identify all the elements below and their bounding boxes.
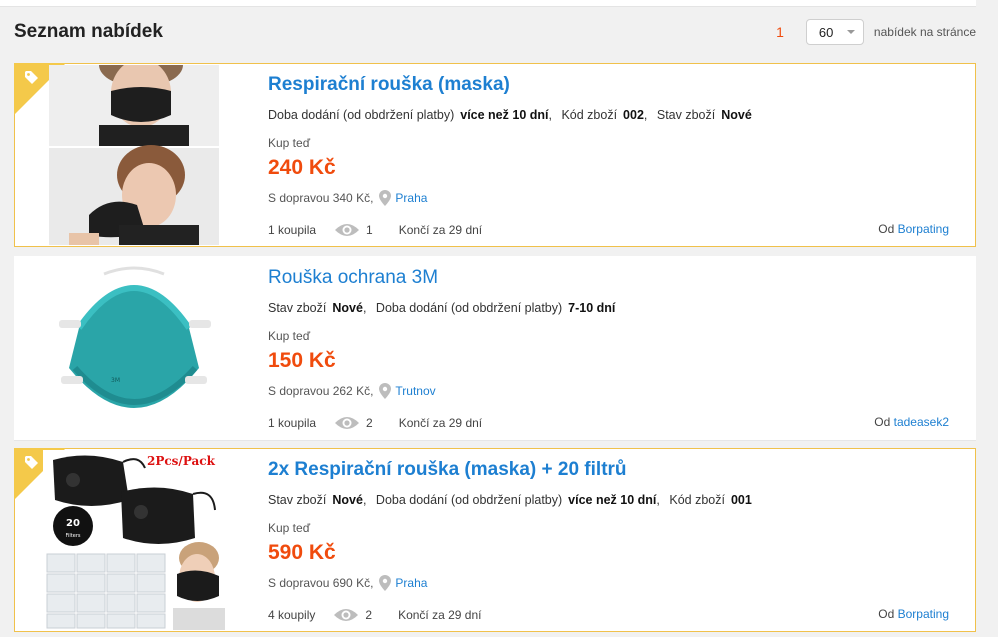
attr-value: více než 10 dní: [568, 493, 657, 507]
svg-text:20: 20: [66, 518, 80, 529]
attr-label: Kód zboží: [561, 108, 618, 122]
offer-card[interactable]: Respirační rouška (maska) Doba dodání (o…: [14, 63, 976, 247]
per-page-label: nabídek na stránce: [873, 25, 976, 39]
attr-label: Doba dodání (od obdržení platby): [268, 108, 455, 122]
attr-value: více než 10 dní: [460, 108, 549, 122]
list-header: Seznam nabídek 1 60 nabídek na stránce: [14, 12, 976, 52]
shipping-info: S dopravou 262 Kč, Trutnov: [268, 383, 436, 399]
offer-image[interactable]: [49, 65, 219, 245]
offer-stats: 1 koupila 1 Končí za 29 dní: [268, 222, 482, 238]
price: 240 Kč: [268, 156, 336, 179]
location-link[interactable]: Trutnov: [395, 384, 435, 398]
pack-label: 2Pcs/Pack: [147, 454, 216, 468]
attr-label: Doba dodání (od obdržení platby): [375, 493, 563, 507]
attr-value: 002: [623, 108, 644, 122]
attr-label: Stav zboží: [268, 493, 327, 507]
offer-attributes: Stav zboží Nové, Doba dodání (od obdržení…: [268, 301, 616, 315]
shipping-price: S dopravou 262 Kč,: [268, 384, 374, 398]
price: 590 Kč: [268, 541, 336, 564]
seller-info: Od Borpating: [878, 607, 949, 621]
location-pin-icon: [379, 575, 392, 591]
offer-info: Rouška ochrana 3M Stav zboží Nové, Doba d…: [268, 257, 959, 439]
seller-link[interactable]: Borpating: [898, 607, 949, 621]
attr-label: Doba dodání (od obdržení platby): [375, 301, 563, 315]
view-count: 1: [366, 223, 373, 237]
eye-icon: [335, 417, 360, 429]
attr-value: Nové: [721, 108, 752, 122]
location-link[interactable]: Praha: [395, 191, 427, 205]
attr-value: Nové: [332, 493, 363, 507]
seller-prefix: Od: [878, 607, 895, 621]
offer-image[interactable]: 2Pcs/Pack 20 Filters: [43, 450, 225, 630]
pagination-controls: 1 60 nabídek na stránce: [776, 19, 976, 45]
ends-in: Končí za 29 dní: [398, 223, 483, 237]
attr-label: Stav zboží: [268, 301, 327, 315]
offer-stats: 4 koupily 2 Končí za 29 dní: [268, 607, 481, 623]
offer-info: 2x Respirační rouška (maska) + 20 filtrů…: [268, 449, 959, 631]
per-page-select[interactable]: 60: [805, 19, 864, 45]
shipping-info: S dopravou 690 Kč, Praha: [268, 575, 427, 591]
attr-value: 7-10 dní: [568, 301, 616, 315]
location-link[interactable]: Praha: [395, 576, 427, 590]
offer-attributes: Doba dodání (od obdržení platby) více než…: [268, 108, 752, 122]
seller-link[interactable]: Borpating: [898, 222, 949, 236]
top-divider: [0, 0, 976, 7]
view-count: 2: [365, 608, 373, 622]
sold-count: 1 koupila: [268, 223, 317, 237]
eye-icon: [334, 609, 359, 621]
page-title: Seznam nabídek: [14, 21, 163, 42]
seller-link[interactable]: tadeasek2: [894, 415, 949, 429]
shipping-price: S dopravou 340 Kč,: [268, 191, 374, 205]
chevron-down-icon: [846, 30, 855, 34]
offer-title-link[interactable]: Respirační rouška (maska): [268, 74, 510, 96]
price: 150 Kč: [268, 349, 336, 372]
seller-prefix: Od: [878, 222, 895, 236]
view-count: 2: [366, 416, 373, 430]
offer-stats: 1 koupila 2 Končí za 29 dní: [268, 415, 482, 431]
svg-text:Filters: Filters: [66, 533, 81, 539]
seller-prefix: Od: [874, 415, 891, 429]
buy-now-label: Kup teď: [268, 521, 311, 535]
svg-text:3M: 3M: [111, 377, 120, 384]
offer-attributes: Stav zboží Nové, Doba dodání (od obdržení…: [268, 493, 752, 507]
offer-card[interactable]: 2Pcs/Pack 20 Filters 2x Respirační roušk…: [14, 448, 976, 632]
eye-icon: [335, 224, 360, 236]
attr-value: 001: [730, 493, 752, 507]
ends-in: Končí za 29 dní: [398, 416, 483, 430]
seller-info: Od Borpating: [878, 222, 949, 236]
current-page-number[interactable]: 1: [776, 24, 784, 40]
sold-count: 1 koupila: [268, 416, 317, 430]
location-pin-icon: [379, 383, 392, 399]
shipping-info: S dopravou 340 Kč, Praha: [268, 190, 427, 206]
tag-icon: [25, 456, 38, 469]
per-page-value: 60: [818, 24, 834, 40]
sold-count: 4 koupily: [268, 608, 316, 622]
offer-title-link[interactable]: 2x Respirační rouška (maska) + 20 filtrů: [268, 459, 627, 481]
ends-in: Končí za 29 dní: [398, 608, 482, 622]
offer-info: Respirační rouška (maska) Doba dodání (o…: [268, 64, 959, 246]
tag-icon: [25, 71, 38, 84]
buy-now-label: Kup teď: [268, 136, 311, 150]
offer-card[interactable]: 3M Rouška ochrana 3M Stav zboží Nové, Dob…: [14, 256, 976, 440]
attr-value: Nové: [332, 301, 363, 315]
location-pin-icon: [379, 190, 392, 206]
shipping-price: S dopravou 690 Kč,: [268, 576, 374, 590]
attr-label: Kód zboží: [669, 493, 725, 507]
buy-now-label: Kup teď: [268, 329, 311, 343]
attr-label: Stav zboží: [656, 108, 716, 122]
seller-info: Od tadeasek2: [874, 415, 949, 429]
offer-image[interactable]: 3M: [49, 258, 219, 438]
offer-title-link[interactable]: Rouška ochrana 3M: [268, 267, 438, 289]
